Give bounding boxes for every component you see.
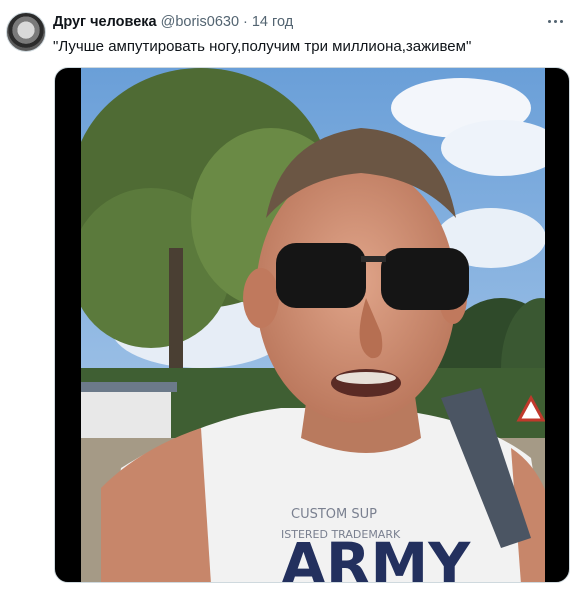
tweet-timestamp[interactable]: 14 год bbox=[252, 14, 293, 30]
svg-text:ARMY: ARMY bbox=[281, 530, 471, 583]
header-separator: · bbox=[243, 14, 248, 30]
video-frame[interactable]: CUSTOM SUP ISTERED TRADEMARK ARMY bbox=[81, 68, 545, 583]
tweet-card[interactable]: Друг человека @boris0630 · 14 год "Лучше… bbox=[0, 0, 580, 589]
author-display-name[interactable]: Друг человека bbox=[53, 14, 157, 30]
svg-text:CUSTOM SUP: CUSTOM SUP bbox=[291, 507, 377, 522]
tweet-header: Друг человека @boris0630 · 14 год bbox=[53, 14, 293, 30]
tweet-media-video[interactable]: CUSTOM SUP ISTERED TRADEMARK ARMY bbox=[54, 67, 570, 583]
tweet-text: "Лучше ампутировать ногу,получим три мил… bbox=[53, 38, 472, 55]
author-avatar[interactable] bbox=[6, 12, 46, 52]
video-still-image: CUSTOM SUP ISTERED TRADEMARK ARMY bbox=[81, 68, 545, 583]
author-handle[interactable]: @boris0630 bbox=[161, 14, 239, 30]
more-options-icon[interactable] bbox=[544, 10, 566, 32]
